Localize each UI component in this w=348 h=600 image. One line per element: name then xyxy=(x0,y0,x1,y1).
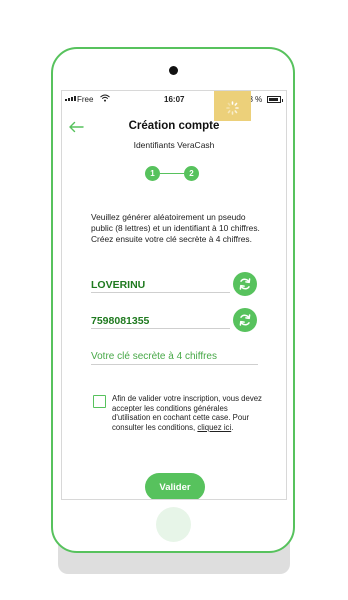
terms-text: Afin de valider votre inscription, vous … xyxy=(112,394,262,432)
identifier-field: 7598081355 xyxy=(91,314,230,329)
page-subtitle: Identifiants VeraCash xyxy=(133,140,215,150)
terms-link-suffix: . xyxy=(231,422,234,432)
wifi-icon xyxy=(100,94,110,102)
loading-spinner-icon xyxy=(226,101,239,115)
regenerate-pseudo-button[interactable] xyxy=(233,272,257,296)
step-indicator: 1 2 xyxy=(145,166,205,182)
status-bar: Free 16:07 78 % xyxy=(62,91,286,109)
secret-code-input[interactable] xyxy=(91,348,258,365)
pseudo-value: LOVERINU xyxy=(91,279,146,291)
validate-button[interactable]: Valider xyxy=(145,473,205,499)
step-connector xyxy=(160,173,184,174)
carrier-name: Free xyxy=(77,95,94,104)
refresh-icon xyxy=(239,314,251,326)
page-title: Création compte xyxy=(128,120,220,132)
identifier-value: 7598081355 xyxy=(91,315,150,327)
battery-icon xyxy=(267,96,283,103)
pseudo-field: LOVERINU xyxy=(91,278,230,293)
app-screen: Free 16:07 78 % Création compte Identifi… xyxy=(61,90,287,500)
instructions-text: Veuillez générer aléatoirement un pseudo… xyxy=(91,212,260,244)
terms-link[interactable]: cliquez ici xyxy=(197,423,231,432)
signal-icon xyxy=(65,96,76,101)
terms-description: Afin de valider votre inscription, vous … xyxy=(112,394,262,432)
front-camera xyxy=(169,66,178,75)
clock: 16:07 xyxy=(164,95,185,104)
loading-overlay xyxy=(214,91,251,121)
home-button[interactable] xyxy=(156,507,191,542)
regenerate-identifier-button[interactable] xyxy=(233,308,257,332)
refresh-icon xyxy=(239,278,251,290)
step-2: 2 xyxy=(184,166,199,181)
step-1: 1 xyxy=(145,166,160,181)
terms-checkbox[interactable] xyxy=(93,395,106,408)
